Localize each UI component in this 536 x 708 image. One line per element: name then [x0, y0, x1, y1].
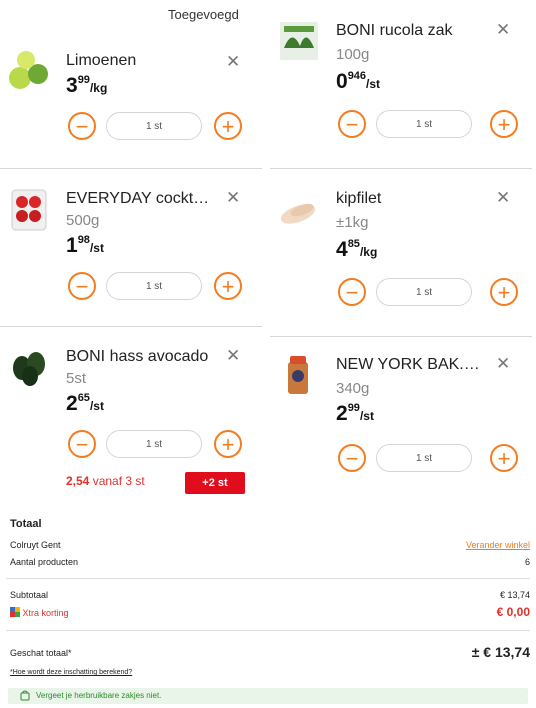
- change-store-link[interactable]: Verander winkel: [466, 540, 530, 550]
- chicken-fillet-image: [280, 203, 316, 224]
- order-summary: Totaal Colruyt Gent Verander winkel Aant…: [0, 508, 536, 708]
- remove-close-icon[interactable]: ✕: [496, 20, 510, 40]
- remove-close-icon[interactable]: ✕: [226, 52, 240, 72]
- tomatoes-image: [11, 189, 47, 231]
- xtra-discount: Xtra korting: [10, 607, 69, 618]
- product-price: 265/st: [66, 392, 104, 415]
- remove-close-icon[interactable]: ✕: [226, 188, 240, 208]
- decrease-minus-icon[interactable]: −: [68, 430, 96, 458]
- shopping-bag-icon: [20, 690, 30, 701]
- decrease-minus-icon[interactable]: −: [338, 444, 366, 472]
- remove-close-icon[interactable]: ✕: [496, 188, 510, 208]
- product-count-label: Aantal producten: [10, 557, 79, 567]
- increase-plus-icon[interactable]: +: [214, 430, 242, 458]
- product-name: BONI hass avocado: [66, 348, 209, 365]
- summary-title: Totaal: [10, 518, 42, 530]
- product-card: BONI hass avocado 5st 265/st ✕ − 1 st + …: [0, 326, 262, 502]
- xtra-icon: [10, 607, 20, 617]
- promo-add-button[interactable]: +2 st: [185, 472, 245, 494]
- decrease-minus-icon[interactable]: −: [68, 112, 96, 140]
- quantity-field[interactable]: 1 st: [106, 430, 202, 458]
- bag-note-text: Vergeet je herbruikbare zakjes niet.: [36, 691, 162, 700]
- product-size: 100g: [336, 46, 370, 63]
- quantity-field[interactable]: 1 st: [376, 444, 472, 472]
- xtra-discount-label: Xtra korting: [22, 608, 69, 618]
- product-price: 485/kg: [336, 238, 378, 261]
- sort-bar: Toegevoegd: [0, 0, 270, 28]
- increase-plus-icon[interactable]: +: [490, 444, 518, 472]
- quantity-field[interactable]: 1 st: [376, 110, 472, 138]
- product-count-value: 6: [524, 557, 530, 567]
- product-name: NEW YORK BAK.CHEESECAKE: [336, 356, 486, 373]
- decrease-minus-icon[interactable]: −: [338, 110, 366, 138]
- product-price: 198/st: [66, 234, 104, 257]
- product-card: Limoenen 399/kg ✕ − 1 st +: [0, 32, 262, 169]
- remove-close-icon[interactable]: ✕: [226, 346, 240, 366]
- cheesecake-image: [288, 356, 308, 394]
- product-name: kipfilet: [336, 190, 382, 207]
- rucola-image: [280, 22, 318, 60]
- decrease-minus-icon[interactable]: −: [68, 272, 96, 300]
- quantity-field[interactable]: 1 st: [106, 272, 202, 300]
- avocado-image: [13, 352, 45, 386]
- product-card: NEW YORK BAK.CHEESECAKE 340g 299/st ✕ − …: [270, 336, 532, 496]
- product-size: ±1kg: [336, 214, 369, 231]
- product-card: EVERYDAY cocktailtomaten 500g 198/st ✕ −…: [0, 168, 262, 327]
- product-name: EVERYDAY cocktailtomaten: [66, 190, 216, 207]
- limes-image: [9, 51, 48, 89]
- increase-plus-icon[interactable]: +: [214, 272, 242, 300]
- product-size: 340g: [336, 380, 370, 397]
- product-size: 500g: [66, 212, 100, 229]
- store-name: Colruyt Gent: [10, 540, 61, 550]
- estimate-info-link[interactable]: *Hoe wordt deze inschatting berekend?: [10, 669, 132, 676]
- decrease-minus-icon[interactable]: −: [338, 278, 366, 306]
- divider: [6, 578, 530, 579]
- xtra-discount-value: € 0,00: [496, 605, 530, 619]
- subtotal-label: Subtotaal: [10, 590, 49, 600]
- product-price: 0946/st: [336, 70, 381, 93]
- product-price: 399/kg: [66, 74, 108, 97]
- product-card: BONI rucola zak 100g 0946/st ✕ − 1 st +: [270, 0, 532, 169]
- increase-plus-icon[interactable]: +: [490, 278, 518, 306]
- increase-plus-icon[interactable]: +: [490, 110, 518, 138]
- estimated-total-value: ± € 13,74: [471, 644, 530, 660]
- divider: [6, 630, 530, 631]
- product-card: kipfilet ±1kg 485/kg ✕ − 1 st +: [270, 168, 532, 337]
- estimated-total-label: Geschat totaal*: [10, 648, 72, 658]
- sort-dropdown[interactable]: Toegevoegd: [168, 7, 239, 22]
- increase-plus-icon[interactable]: +: [214, 112, 242, 140]
- subtotal-value: € 13,74: [499, 590, 530, 600]
- promo-price: 2,54 vanaf 3 st: [66, 474, 145, 488]
- reusable-bag-notice: Vergeet je herbruikbare zakjes niet.: [8, 688, 528, 704]
- product-name: Limoenen: [66, 52, 137, 69]
- remove-close-icon[interactable]: ✕: [496, 354, 510, 374]
- quantity-field[interactable]: 1 st: [106, 112, 202, 140]
- product-price: 299/st: [336, 402, 374, 425]
- product-name: BONI rucola zak: [336, 22, 453, 39]
- product-size: 5st: [66, 370, 87, 387]
- quantity-field[interactable]: 1 st: [376, 278, 472, 306]
